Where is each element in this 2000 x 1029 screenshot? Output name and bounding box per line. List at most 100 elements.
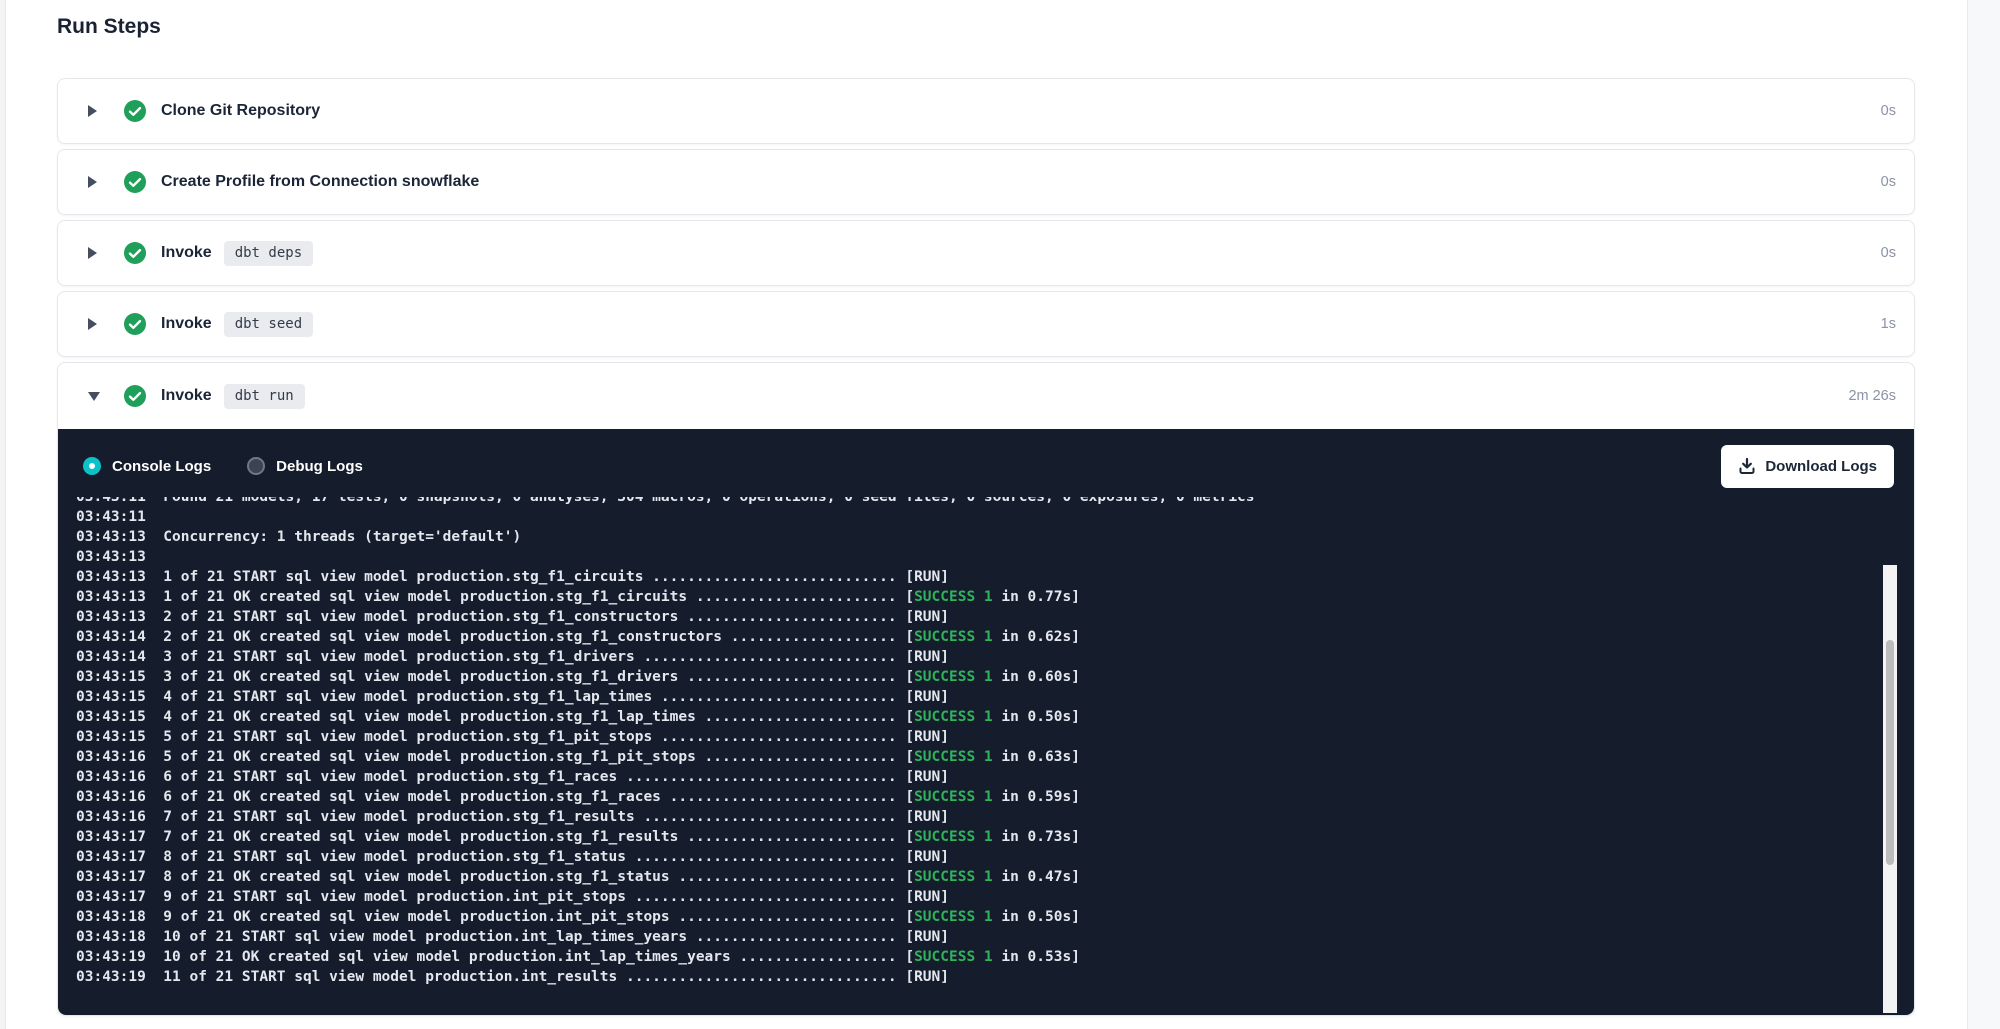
radio-selected-icon[interactable]	[83, 457, 101, 475]
download-logs-label: Download Logs	[1765, 458, 1877, 475]
chevron-right-icon[interactable]	[88, 247, 97, 259]
log-timestamp: 03:43:13	[76, 589, 146, 605]
log-timestamp: 03:43:15	[76, 729, 146, 745]
log-line: 03:43:13 1 of 21 START sql view model pr…	[76, 567, 1914, 587]
log-timestamp: 03:43:15	[76, 689, 146, 705]
log-timestamp: 03:43:19	[76, 969, 146, 985]
log-line: 03:43:17 8 of 21 OK created sql view mod…	[76, 867, 1914, 887]
log-timestamp: 03:43:19	[76, 949, 146, 965]
log-status: SUCCESS 1	[914, 749, 993, 765]
log-timestamp: 03:43:17	[76, 889, 146, 905]
log-status: RUN	[914, 689, 940, 705]
debug-logs-label: Debug Logs	[276, 458, 363, 475]
log-line: 03:43:18 9 of 21 OK created sql view mod…	[76, 907, 1914, 927]
run-step-header[interactable]: Invoke dbt run 2m 26s	[58, 363, 1914, 429]
run-steps-list: Clone Git Repository 0s Create Profile f…	[57, 78, 1915, 1016]
log-timestamp: 03:43:17	[76, 829, 146, 845]
step-duration: 0s	[1881, 245, 1896, 261]
log-line: 03:43:16 5 of 21 OK created sql view mod…	[76, 747, 1914, 767]
log-line: 03:43:19 10 of 21 OK created sql view mo…	[76, 947, 1914, 967]
log-timestamp: 03:43:16	[76, 769, 146, 785]
log-line: 03:43:14 3 of 21 START sql view model pr…	[76, 647, 1914, 667]
step-command-badge: dbt run	[224, 384, 305, 409]
log-status: SUCCESS 1	[914, 869, 993, 885]
chevron-down-icon[interactable]	[88, 392, 100, 401]
step-label: Create Profile from Connection snowflake	[161, 173, 479, 191]
log-status: RUN	[914, 649, 940, 665]
log-line: 03:43:13 1 of 21 OK created sql view mod…	[76, 587, 1914, 607]
log-status: SUCCESS 1	[914, 909, 993, 925]
step-duration: 0s	[1881, 103, 1896, 119]
success-check-icon	[124, 385, 146, 407]
log-line: 03:43:15 4 of 21 OK created sql view mod…	[76, 707, 1914, 727]
debug-logs-tab[interactable]: Debug Logs	[247, 457, 363, 475]
log-line: 03:43:17 9 of 21 START sql view model pr…	[76, 887, 1914, 907]
success-check-icon	[124, 100, 146, 122]
log-line: 03:43:11 Found 21 models, 17 tests, 0 sn…	[76, 497, 1914, 507]
run-steps-page: Run Steps Clone Git Repository 0s Create…	[0, 0, 2000, 1029]
log-timestamp: 03:43:14	[76, 649, 146, 665]
log-line: 03:43:13 Concurrency: 1 threads (target=…	[76, 527, 1914, 547]
log-timestamp: 03:43:16	[76, 749, 146, 765]
step-command-badge: dbt deps	[224, 241, 313, 266]
run-steps-content: Run Steps Clone Git Repository 0s Create…	[57, 0, 1915, 1021]
chevron-right-icon[interactable]	[88, 318, 97, 330]
log-line: 03:43:16 6 of 21 START sql view model pr…	[76, 767, 1914, 787]
log-line: 03:43:15 5 of 21 START sql view model pr…	[76, 727, 1914, 747]
log-status: SUCCESS 1	[914, 709, 993, 725]
console-logs-tab[interactable]: Console Logs	[83, 457, 211, 475]
log-timestamp: 03:43:17	[76, 869, 146, 885]
log-timestamp: 03:43:16	[76, 789, 146, 805]
download-logs-button[interactable]: Download Logs	[1721, 445, 1894, 488]
log-timestamp: 03:43:15	[76, 669, 146, 685]
log-line: 03:43:15 4 of 21 START sql view model pr…	[76, 687, 1914, 707]
success-check-icon	[124, 313, 146, 335]
step-label: Invoke	[161, 244, 212, 262]
log-status: SUCCESS 1	[914, 669, 993, 685]
console-logs-label: Console Logs	[112, 458, 211, 475]
log-timestamp: 03:43:13	[76, 549, 146, 565]
run-step-row[interactable]: Invoke dbt seed 1s	[57, 291, 1915, 357]
radio-unselected-icon[interactable]	[247, 457, 265, 475]
log-line: 03:43:13	[76, 547, 1914, 567]
log-status: RUN	[914, 729, 940, 745]
success-check-icon	[124, 242, 146, 264]
log-status: RUN	[914, 769, 940, 785]
log-line: 03:43:17 8 of 21 START sql view model pr…	[76, 847, 1914, 867]
step-label: Invoke	[161, 387, 212, 405]
step-duration: 0s	[1881, 174, 1896, 190]
log-line: 03:43:16 6 of 21 OK created sql view mod…	[76, 787, 1914, 807]
log-status: SUCCESS 1	[914, 629, 993, 645]
log-timestamp: 03:43:11	[76, 497, 146, 505]
log-status: RUN	[914, 929, 940, 945]
log-status: SUCCESS 1	[914, 789, 993, 805]
log-timestamp: 03:43:13	[76, 609, 146, 625]
log-timestamp: 03:43:17	[76, 849, 146, 865]
console-scrollbar[interactable]	[1883, 565, 1897, 1013]
page-left-gutter	[0, 0, 6, 1029]
console-log-output[interactable]: 03:43:11 Found 21 models, 17 tests, 0 sn…	[58, 497, 1914, 1015]
log-status: RUN	[914, 609, 940, 625]
run-step-row[interactable]: Invoke dbt deps 0s	[57, 220, 1915, 286]
run-step-row-dbt-run: Invoke dbt run 2m 26s Console Logs Debug…	[57, 362, 1915, 1016]
step-label: Clone Git Repository	[161, 102, 320, 120]
download-icon	[1738, 457, 1756, 475]
log-status: RUN	[914, 849, 940, 865]
run-step-row[interactable]: Create Profile from Connection snowflake…	[57, 149, 1915, 215]
log-line: 03:43:11	[76, 507, 1914, 527]
console-log-lines: 03:43:11 Found 21 models, 17 tests, 0 sn…	[58, 497, 1914, 987]
page-right-gutter	[1967, 0, 2000, 1029]
log-timestamp: 03:43:18	[76, 929, 146, 945]
chevron-right-icon[interactable]	[88, 105, 97, 117]
log-status: RUN	[914, 809, 940, 825]
run-step-row[interactable]: Clone Git Repository 0s	[57, 78, 1915, 144]
log-status: SUCCESS 1	[914, 589, 993, 605]
success-check-icon	[124, 171, 146, 193]
step-label: Invoke	[161, 315, 212, 333]
log-timestamp: 03:43:18	[76, 909, 146, 925]
step-duration: 2m 26s	[1848, 388, 1896, 404]
log-line: 03:43:19 11 of 21 START sql view model p…	[76, 967, 1914, 987]
log-status: SUCCESS 1	[914, 949, 993, 965]
console-scrollbar-thumb[interactable]	[1886, 640, 1894, 865]
chevron-right-icon[interactable]	[88, 176, 97, 188]
